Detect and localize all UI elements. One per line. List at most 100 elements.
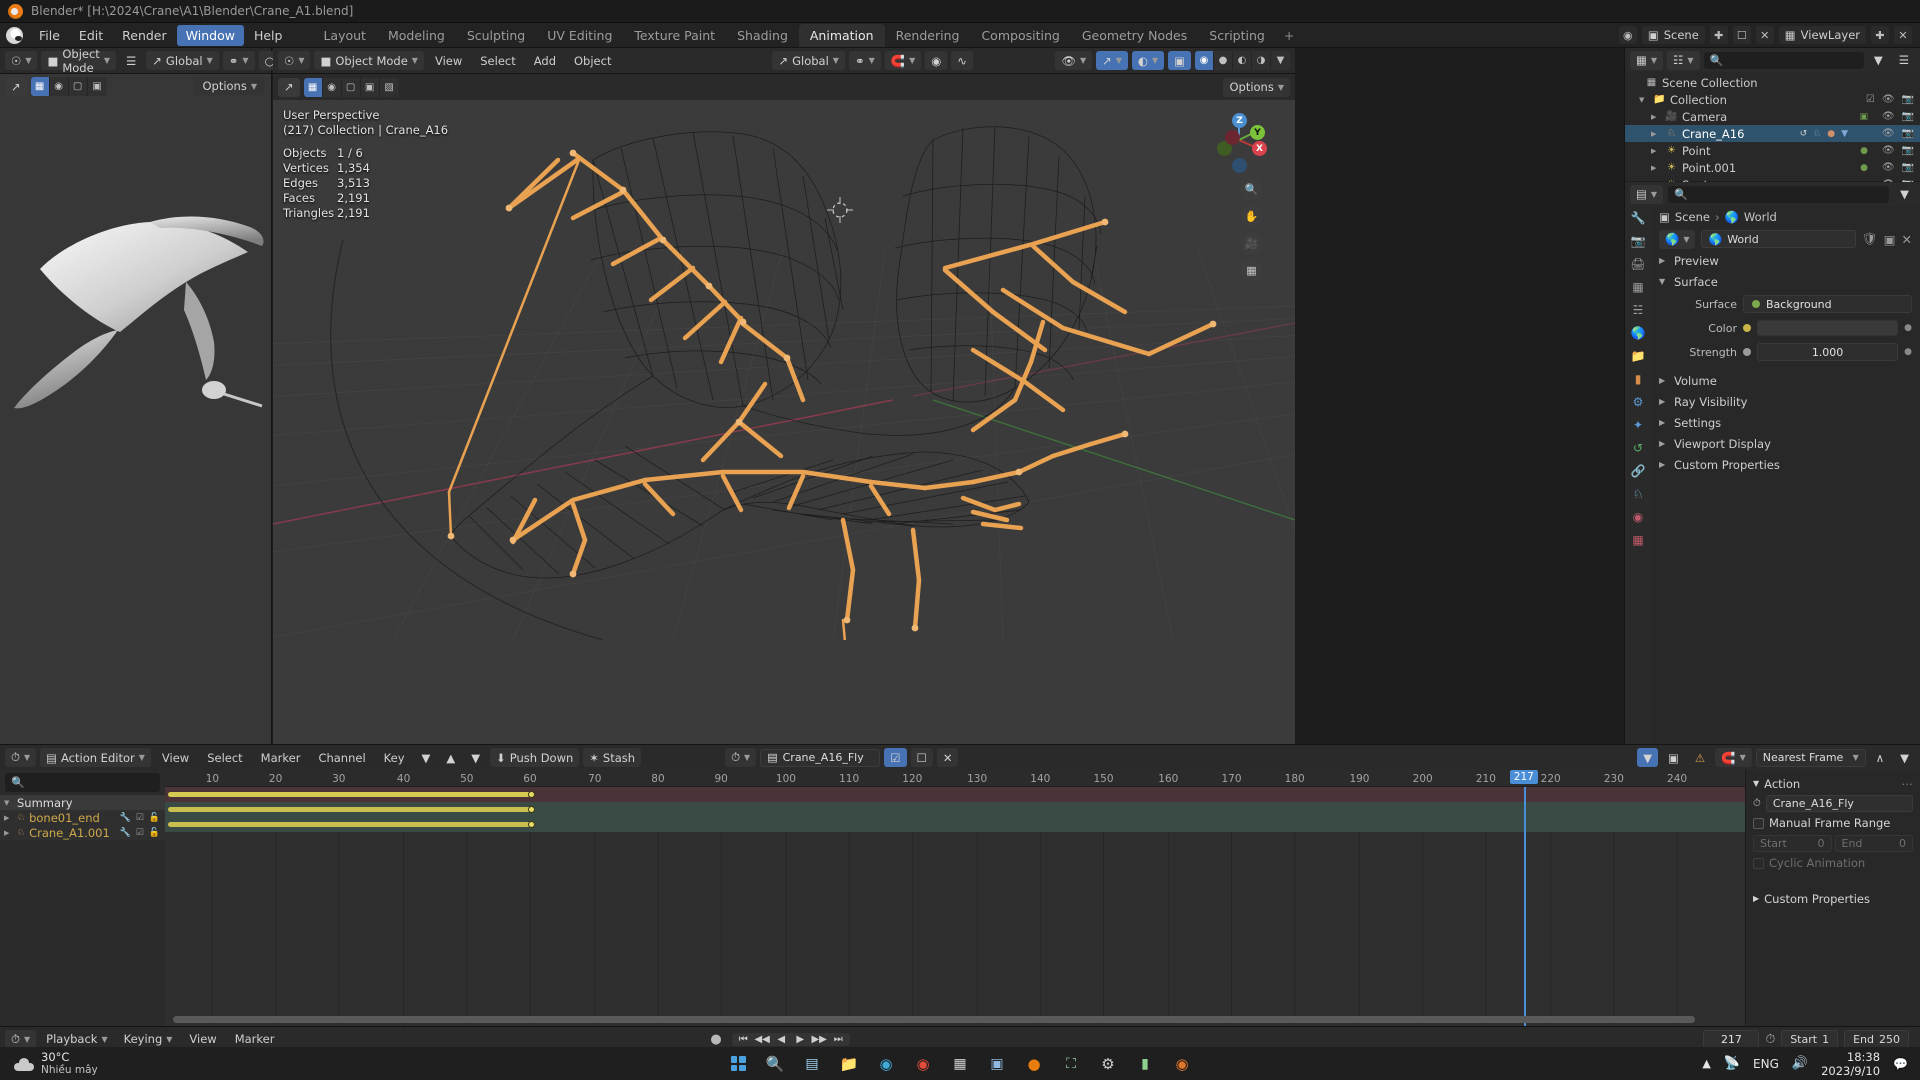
expand-arrow-icon[interactable]: ▶ [1651, 147, 1661, 155]
dope-menu-view[interactable]: View [155, 749, 196, 767]
timeline-playback-menu[interactable]: Playback ▼ [40, 1030, 113, 1049]
keyframe-track-summary[interactable] [165, 787, 1745, 802]
pan-hand-icon[interactable]: ✋ [1240, 205, 1263, 228]
strength-value-field[interactable]: 1.000 [1757, 343, 1899, 361]
world-browse-icon[interactable]: 🌎 ▼ [1659, 229, 1696, 249]
taskbar-chrome-icon[interactable]: ◉ [908, 1050, 938, 1078]
current-frame-field[interactable]: 217 [1703, 1030, 1760, 1048]
action-name-value[interactable]: Crane_A16_Fly [1765, 794, 1913, 812]
gizmo-axis-neg-z[interactable] [1232, 158, 1247, 173]
workspace-tab-modeling[interactable]: Modeling [377, 24, 456, 47]
normalize-icon[interactable]: ▼ [1894, 748, 1915, 767]
select-extend-icon[interactable]: ▣ [361, 77, 380, 97]
camera-render-icon[interactable]: 📷 [1902, 111, 1914, 122]
world-datablock-field[interactable]: 🌎 World [1701, 230, 1856, 248]
tray-expand-icon[interactable]: ▲ [1702, 1057, 1710, 1070]
snap-pivot-dropdown[interactable]: ⚭ ▼ [848, 51, 881, 70]
channel-toggles[interactable]: 🔧 ☑ 🔓 [119, 828, 160, 838]
gizmo-axis-x[interactable]: X [1252, 141, 1267, 156]
overlays-toggle[interactable]: ◐ ▼ [1131, 51, 1165, 70]
color-animate-dot-icon[interactable]: ● [1904, 323, 1912, 333]
proportional-edit-dope-icon[interactable]: ▼ [1637, 748, 1659, 767]
viewport-menus-left[interactable]: ☰ [120, 51, 142, 70]
jump-to-end-icon[interactable]: ⏭ [830, 1034, 847, 1045]
panel-viewport-display[interactable]: ▶ Viewport Display [1651, 433, 1920, 454]
timeline-editor-type-button[interactable]: ⏱ ▼ [5, 1029, 37, 1049]
menu-edit[interactable]: Edit [70, 25, 112, 46]
tab-tool-icon[interactable]: 🔧 [1631, 211, 1646, 225]
play-icon[interactable]: ▶ [792, 1034, 809, 1045]
navigation-gizmo[interactable]: Z Y X [1213, 113, 1267, 173]
keyframe-track-bone01-end[interactable] [165, 802, 1745, 817]
object-mode-dropdown[interactable]: ■ Object Mode ▼ [314, 51, 424, 70]
start-button[interactable] [723, 1050, 753, 1078]
outliner-data-icons[interactable]: ↺ ♘ ● ▼ [1800, 129, 1848, 139]
chevron-right-icon[interactable]: ▶ [4, 829, 13, 837]
channel-row-crane-a1-001[interactable]: ▶ ♘ Crane_A1.001 🔧 ☑ 🔓 [0, 825, 165, 840]
camera-render-icon[interactable]: 📷 [1902, 94, 1914, 105]
proportional-falloff-dropdown[interactable]: ∿ [951, 51, 973, 70]
taskbar-search-icon[interactable]: 🔍 [760, 1050, 790, 1078]
workspace-tab-scripting[interactable]: Scripting [1198, 24, 1276, 47]
menu-help[interactable]: Help [245, 25, 292, 46]
camera-render-icon[interactable]: 📷 [1902, 145, 1914, 156]
workspace-tab-shading[interactable]: Shading [726, 24, 799, 47]
select-lasso-icon[interactable]: ▢ [342, 77, 361, 97]
playhead[interactable]: 217 [1509, 770, 1538, 1026]
editor-type-button-left[interactable]: ☉ ▼ [5, 51, 38, 70]
animation-data-icon[interactable]: ↺ [1800, 129, 1808, 139]
eye-icon[interactable]: 👁 [1882, 145, 1895, 156]
armature-data-icon[interactable]: ♘ [1813, 129, 1821, 139]
camera-render-icon[interactable]: 📷 [1902, 128, 1914, 139]
channel-toggles[interactable]: 🔧 ☑ 🔓 [119, 813, 160, 823]
eye-icon[interactable]: 👁 [1882, 128, 1895, 139]
outliner-filter-funnel-icon[interactable]: ☰ [1893, 51, 1915, 70]
rendered-shading-icon[interactable]: ◑ [1252, 51, 1271, 70]
panel-surface[interactable]: ▼ Surface [1651, 271, 1920, 292]
viewport-menu-select[interactable]: Select [473, 52, 522, 70]
stash-button[interactable]: ✶ Stash [583, 748, 642, 767]
modifier-icon[interactable]: 🔧 [119, 813, 130, 823]
blender-menu-icon[interactable] [6, 26, 23, 44]
breadcrumb-world[interactable]: World [1744, 210, 1777, 224]
tab-physics-icon[interactable]: ↺ [1633, 441, 1643, 455]
dope-menu-key[interactable]: Key [377, 749, 412, 767]
tray-language-indicator[interactable]: ENG [1753, 1057, 1779, 1071]
transform-orientation-left[interactable]: ↗ Global ▼ [146, 51, 219, 70]
taskbar-blender-icon[interactable]: ● [1019, 1050, 1049, 1078]
keyframe-marker[interactable] [528, 806, 536, 813]
surface-value-dropdown[interactable]: Background [1743, 295, 1912, 313]
eye-icon[interactable]: 👁 [1882, 162, 1895, 173]
workspace-tab-sculpting[interactable]: Sculpting [456, 24, 536, 47]
copy-keys-icon[interactable]: ▣ [1662, 748, 1685, 767]
outliner-row-point-001[interactable]: ▶ ☀ Point.001 ● 👁 📷 [1625, 159, 1920, 176]
menu-window[interactable]: Window [176, 24, 244, 46]
checkbox-icon[interactable]: ☑ [136, 828, 144, 838]
transform-orientation[interactable]: ↗ Global ▼ [772, 51, 845, 70]
outliner-visibility-toggles[interactable]: 👁 📷 [1882, 145, 1914, 156]
dope-menu-channel[interactable]: Channel [311, 749, 372, 767]
manual-frame-range-row[interactable]: Manual Frame Range [1753, 813, 1913, 833]
workspace-tab-compositing[interactable]: Compositing [970, 24, 1070, 47]
handle-type-icon[interactable]: ∧ [1870, 748, 1890, 767]
outliner-data-icons[interactable]: ● [1860, 163, 1868, 173]
gizmo-toggle[interactable]: ↗ ▼ [1096, 51, 1128, 70]
tab-collection-icon[interactable]: 📁 [1631, 349, 1646, 363]
tab-world-icon[interactable]: 🌎 [1631, 326, 1646, 340]
taskbar-edge-icon[interactable]: ◉ [871, 1050, 901, 1078]
clock-icon[interactable]: ⏱ [1765, 1031, 1775, 1047]
panel-volume[interactable]: ▶ Volume [1651, 370, 1920, 391]
action-panel-header[interactable]: ▼ Action ⋯ [1753, 774, 1913, 793]
tab-material-icon[interactable]: ◉ [1633, 510, 1643, 524]
taskbar-terminal-icon[interactable]: ▮ [1130, 1050, 1160, 1078]
expand-arrow-icon[interactable]: ▶ [1651, 164, 1661, 172]
shading-dropdown-icon[interactable]: ▼ [1271, 51, 1290, 70]
checkbox-icon[interactable]: ☑ [136, 813, 144, 823]
dope-mode-dropdown[interactable]: ▤ Action Editor ▼ [40, 748, 151, 767]
snap-magnet-toggle[interactable]: 🧲 ▼ [884, 51, 922, 70]
panel-ray-visibility[interactable]: ▶ Ray Visibility [1651, 391, 1920, 412]
new-view-layer-icon[interactable]: ✚ [1871, 26, 1889, 44]
modifier-icon[interactable]: 🔧 [119, 828, 130, 838]
cyclic-animation-row[interactable]: Cyclic Animation [1753, 853, 1913, 873]
dope-menu-select[interactable]: Select [200, 749, 249, 767]
